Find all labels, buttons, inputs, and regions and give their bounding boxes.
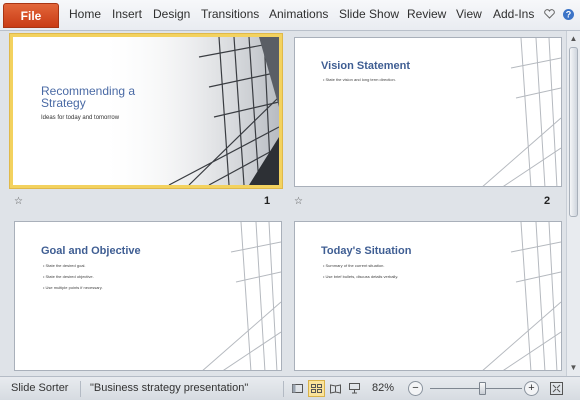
tab-transitions[interactable]: Transitions [201, 7, 259, 21]
tab-add-ins[interactable]: Add-Ins [493, 7, 534, 21]
slide-subtitle: Ideas for today and tomorrow [41, 115, 120, 121]
tab-view[interactable]: View [456, 7, 482, 21]
slide-transition-icon[interactable]: ☆ [294, 196, 306, 208]
heart-icon[interactable] [542, 6, 556, 22]
view-name-label: Slide Sorter [11, 382, 69, 394]
scroll-up-icon[interactable]: ▲ [567, 32, 580, 45]
slide-bullet: State the desired goal. [43, 260, 103, 271]
slide-sorter-view-icon[interactable] [308, 380, 325, 397]
slide-number: 2 [544, 195, 551, 207]
slide-sorter-pane[interactable]: Recommending a Strategy Ideas for today … [0, 31, 566, 376]
divider [283, 381, 284, 397]
slide-show-view-icon[interactable] [346, 380, 363, 397]
slide-thumbnail-4[interactable]: Today's Situation Summary of the current… [294, 221, 562, 371]
slide-title: Vision Statement [321, 60, 411, 72]
slide-title: Recommending a Strategy [41, 84, 136, 110]
tab-design[interactable]: Design [153, 7, 190, 21]
status-bar: Slide Sorter "Business strategy presenta… [0, 376, 580, 400]
slide-bullet: State the vision and long term direction… [323, 74, 396, 85]
tab-review[interactable]: Review [407, 7, 446, 21]
slide-thumbnail-2[interactable]: Vision Statement State the vision and lo… [294, 37, 562, 187]
help-icon[interactable]: ? [561, 6, 575, 22]
ribbon-tab-bar: File Home Insert Design Transitions Anim… [0, 0, 580, 31]
reading-view-icon[interactable] [327, 380, 344, 397]
tab-insert[interactable]: Insert [112, 7, 142, 21]
slide-bullet: Use brief bullets, discuss details verba… [323, 271, 399, 282]
scrollbar-thumb[interactable] [569, 47, 578, 217]
building-background-image [482, 38, 561, 186]
building-background-image [482, 222, 561, 370]
building-background-image [99, 37, 279, 185]
zoom-level-label[interactable]: 82% [372, 382, 394, 394]
svg-text:?: ? [565, 9, 571, 19]
slide-bullet-list: State the desired goal. State the desire… [43, 260, 103, 293]
slide-thumbnail-1[interactable]: Recommending a Strategy Ideas for today … [10, 34, 282, 188]
slide-bullet: Summary of the current situation. [323, 260, 398, 271]
slide-transition-icon[interactable]: ☆ [14, 196, 26, 208]
fit-to-window-icon[interactable] [548, 380, 565, 397]
tab-animations[interactable]: Animations [269, 7, 328, 21]
document-name-label: "Business strategy presentation" [90, 382, 249, 394]
scroll-down-icon[interactable]: ▼ [567, 361, 580, 374]
slide-bullet: State the desired objective. [43, 271, 103, 282]
slide-title: Goal and Objective [41, 245, 141, 257]
slide-bullet: Use multiple points if necessary. [43, 282, 103, 293]
slide-bullet-list: State the vision and long term direction… [323, 74, 396, 85]
slide-thumbnail-3[interactable]: Goal and Objective State the desired goa… [14, 221, 282, 371]
slide-bullet-list: Summary of the current situation. Use br… [323, 260, 399, 282]
divider [80, 381, 81, 397]
zoom-slider-track[interactable] [430, 388, 522, 389]
zoom-out-button[interactable]: − [408, 381, 423, 396]
building-background-image [202, 222, 281, 370]
slide-title: Today's Situation [321, 245, 412, 257]
tab-home[interactable]: Home [69, 7, 101, 21]
zoom-in-button[interactable]: + [524, 381, 539, 396]
file-tab[interactable]: File [3, 3, 59, 28]
zoom-slider-thumb[interactable] [478, 382, 486, 395]
slide-number: 1 [264, 195, 271, 207]
tab-slide-show[interactable]: Slide Show [339, 7, 399, 21]
vertical-scrollbar[interactable]: ▲ ▼ [566, 31, 580, 376]
normal-view-icon[interactable] [289, 380, 306, 397]
